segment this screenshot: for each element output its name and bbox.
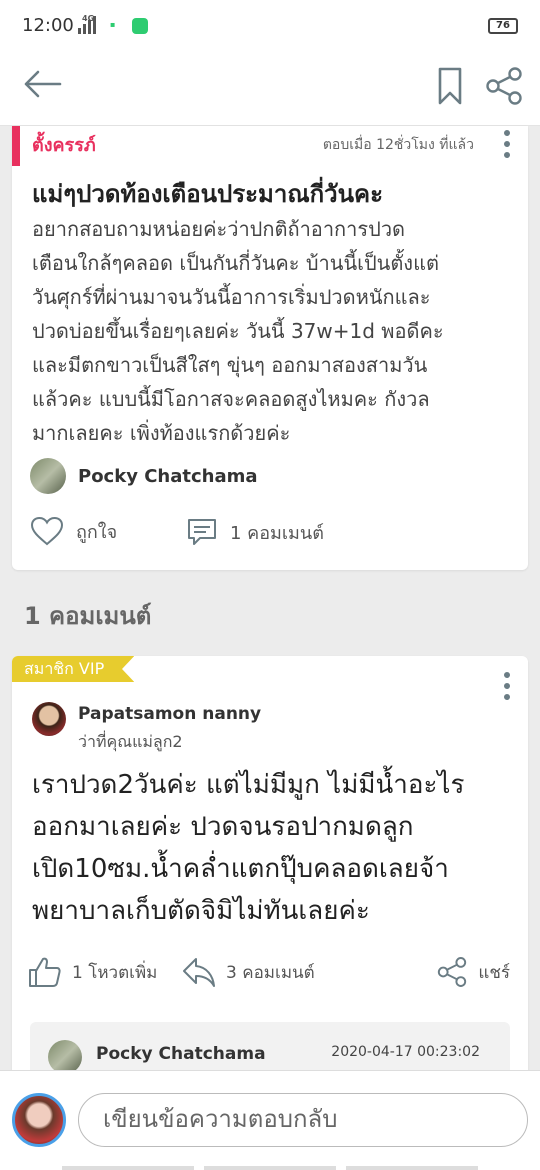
more-options-icon[interactable] bbox=[502, 130, 512, 158]
share-icon[interactable] bbox=[484, 66, 524, 106]
comments-header: 1 คอมเมนต์ bbox=[24, 602, 152, 630]
comment-author-subtitle: ว่าที่คุณแม่ลูก2 bbox=[78, 732, 183, 751]
gesture-bar bbox=[62, 1166, 478, 1170]
nfc-icon: ▪ bbox=[110, 20, 116, 29]
post-body: อยากสอบถามหน่อยค่ะว่าปกติถ้าอาการปวด เตื… bbox=[32, 212, 512, 450]
reply-icon bbox=[183, 958, 215, 987]
post-body-line: และมีตกขาวเป็นสีใสๆ ขุ่นๆ ออกมาสองสามวัน bbox=[32, 353, 428, 377]
post-author[interactable]: Pocky Chatchama bbox=[30, 458, 258, 494]
category-marker bbox=[12, 126, 20, 166]
avatar[interactable] bbox=[30, 458, 66, 494]
comment-count: 1 คอมเมนต์ bbox=[230, 522, 324, 544]
comment-author[interactable]: Papatsamon nanny bbox=[78, 704, 261, 724]
status-bar: 12:00 4G ▪ 76 bbox=[0, 0, 540, 52]
reply-bar: เขียนข้อความตอบกลับ bbox=[0, 1070, 540, 1170]
post-category[interactable]: ตั้งครรภ์ bbox=[32, 130, 96, 159]
share-icon bbox=[438, 957, 467, 987]
post-title: แม่ๆปวดท้องเตือนประมาณกี่วันคะ bbox=[32, 180, 383, 208]
comment-body-line: เปิด10ซม.น้ำคล่ำแตกปุ๊บคลอดเลยจ้า bbox=[32, 854, 449, 884]
share-button[interactable]: แชร์ bbox=[436, 956, 510, 988]
status-time: 12:00 bbox=[22, 15, 74, 36]
post-body-line: วันศุกร์ที่ผ่านมาจนวันนี้อาการเริ่มปวดหน… bbox=[32, 285, 431, 309]
post-body-line: อยากสอบถามหน่อยค่ะว่าปกติถ้าอาการปวด bbox=[32, 217, 406, 241]
author-name[interactable]: Pocky Chatchama bbox=[78, 466, 258, 487]
comment-body-line: พยาบาลเก็บตัดจิมิไม่ทันเลยค่ะ bbox=[32, 896, 370, 926]
thumbs-up-icon bbox=[29, 957, 61, 987]
avatar[interactable] bbox=[32, 702, 66, 736]
like-label: ถูกใจ bbox=[76, 521, 118, 543]
bookmark-icon[interactable] bbox=[434, 66, 466, 106]
signal-icon bbox=[78, 16, 96, 34]
vote-label: 1 โหวตเพิ่ม bbox=[72, 962, 158, 983]
comment-body-line: ออกมาเลยค่ะ ปวดจนรอปากมดลูก bbox=[32, 812, 414, 842]
vip-badge: สมาชิก VIP bbox=[12, 656, 135, 682]
post-body-line: มากเลยคะ เพิ่งท้องแรกด้วยค่ะ bbox=[32, 421, 291, 445]
comment-card: สมาชิก VIP Papatsamon nanny ว่าที่คุณแม่… bbox=[12, 656, 528, 1116]
avatar[interactable] bbox=[48, 1040, 82, 1074]
current-user-avatar[interactable] bbox=[12, 1093, 66, 1147]
post-card: ตั้งครรภ์ ตอบเมื่อ 12ชั่วโมง ที่แล้ว แม่… bbox=[12, 126, 528, 570]
battery-icon: 76 bbox=[488, 18, 518, 34]
app-bar bbox=[0, 52, 540, 126]
comment-button[interactable]: 1 คอมเมนต์ bbox=[186, 516, 324, 548]
more-options-icon[interactable] bbox=[502, 672, 512, 700]
chat-app-icon bbox=[132, 18, 148, 34]
reply-date: 2020-04-17 00:23:02 bbox=[331, 1044, 480, 1060]
comment-body: เราปวด2วันค่ะ แต่ไม่มีมูก ไม่มีน้ำอะไร อ… bbox=[32, 764, 522, 932]
reply-author[interactable]: Pocky Chatchama bbox=[96, 1044, 266, 1064]
post-body-line: แล้วคะ แบบนี้มีโอกาสจะคลอดสูงไหมคะ กังวล bbox=[32, 387, 430, 411]
reply-input[interactable]: เขียนข้อความตอบกลับ bbox=[78, 1093, 528, 1147]
reply-button[interactable]: 3 คอมเมนต์ bbox=[182, 956, 315, 988]
share-label: แชร์ bbox=[478, 962, 510, 983]
comment-body-line: เราปวด2วันค่ะ แต่ไม่มีมูก ไม่มีน้ำอะไร bbox=[32, 770, 465, 800]
like-button[interactable]: ถูกใจ bbox=[30, 516, 117, 546]
arrow-left-icon[interactable] bbox=[22, 68, 62, 100]
reply-count: 3 คอมเมนต์ bbox=[226, 962, 315, 983]
post-time: ตอบเมื่อ 12ชั่วโมง ที่แล้ว bbox=[322, 137, 474, 153]
post-body-line: เตือนใกล้ๆคลอด เป็นกันกี่วันคะ บ้านนี้เป… bbox=[32, 251, 439, 275]
comment-icon bbox=[188, 519, 216, 545]
vote-button[interactable]: 1 โหวตเพิ่ม bbox=[28, 956, 157, 988]
post-body-line: ปวดบ่อยขึ้นเรื่อยๆเลยค่ะ วันนี้ 37w+1d พ… bbox=[32, 319, 444, 343]
heart-icon bbox=[30, 516, 64, 546]
